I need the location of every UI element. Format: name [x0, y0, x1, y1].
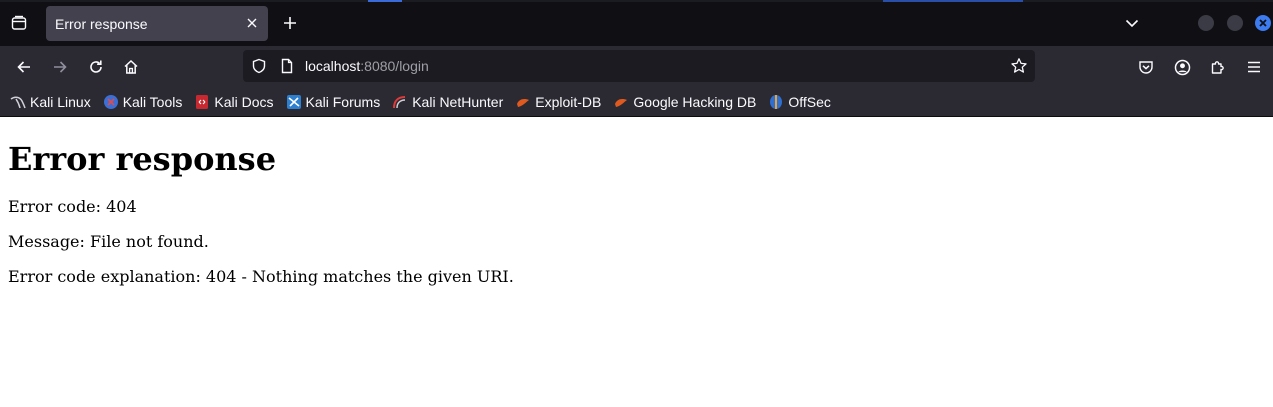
kali-forums-icon	[286, 94, 302, 110]
new-tab-button[interactable]	[279, 12, 301, 34]
bookmark-label: Kali Forums	[305, 94, 381, 110]
page-info-icon[interactable]	[279, 58, 295, 74]
bookmark-kali-linux[interactable]: Kali Linux	[10, 90, 95, 114]
tabstrip-top-edge	[0, 0, 1273, 2]
navigation-toolbar: localhost:8080/login	[0, 46, 1273, 88]
bookmark-label: Google Hacking DB	[633, 94, 757, 110]
arrow-left-icon	[17, 61, 30, 73]
bookmark-kali-nethunter[interactable]: Kali NetHunter	[392, 90, 507, 114]
bookmark-google-hacking-db[interactable]: Google Hacking DB	[613, 90, 760, 114]
account-button[interactable]	[1170, 55, 1194, 79]
window-maximize-button[interactable]	[1227, 15, 1243, 31]
tab-active[interactable]: Error response	[46, 6, 268, 41]
reload-button[interactable]	[84, 55, 108, 79]
bookmark-kali-docs[interactable]: Kali Docs	[194, 90, 277, 114]
kali-nethunter-icon	[392, 94, 408, 110]
plus-icon	[284, 17, 296, 29]
bookmark-label: Exploit-DB	[535, 94, 602, 110]
page-content: Error response Error code: 404 Message: …	[0, 118, 1273, 407]
bookmark-label: Kali Docs	[214, 94, 274, 110]
pocket-icon	[1139, 61, 1153, 74]
address-bar[interactable]: localhost:8080/login	[243, 50, 1035, 82]
home-icon	[124, 59, 138, 74]
extensions-button[interactable]	[1206, 55, 1230, 79]
bookmark-label: Kali Tools	[122, 94, 183, 110]
firefox-view-button[interactable]	[8, 12, 30, 34]
puzzle-piece-icon	[1211, 61, 1224, 74]
chevron-down-icon	[1125, 19, 1139, 28]
list-all-tabs-button[interactable]	[1121, 12, 1143, 34]
kali-tools-icon	[103, 94, 119, 110]
forward-button[interactable]	[48, 55, 72, 79]
close-icon	[1259, 19, 1267, 27]
kali-dragon-icon	[10, 94, 26, 110]
window-close-button[interactable]	[1255, 15, 1271, 31]
kali-docs-icon	[194, 94, 210, 110]
tabstrip-accent	[368, 0, 402, 2]
url-path: :8080/login	[360, 58, 429, 74]
url-text[interactable]: localhost:8080/login	[305, 58, 429, 74]
tabstrip-accent	[883, 0, 1023, 2]
firefox-view-icon	[11, 15, 27, 30]
error-message-line: Message: File not found.	[8, 232, 209, 251]
url-host: localhost	[305, 58, 361, 74]
account-icon	[1174, 59, 1190, 75]
hamburger-menu-icon	[1248, 61, 1260, 73]
bookmark-label: OffSec	[788, 94, 831, 110]
save-to-pocket-button[interactable]	[1134, 55, 1158, 79]
arrow-right-icon	[54, 61, 67, 73]
window-minimize-button[interactable]	[1198, 15, 1214, 31]
reload-icon	[90, 60, 102, 73]
bookmark-star-icon[interactable]	[1010, 57, 1028, 75]
page-title: Error response	[8, 140, 277, 178]
bookmarks-toolbar: Kali Linux Kali Tools Kali Docs Kali For…	[0, 88, 1273, 117]
home-button[interactable]	[119, 55, 143, 79]
back-button[interactable]	[12, 55, 36, 79]
bookmark-label: Kali Linux	[30, 94, 91, 110]
tab-strip: Error response	[0, 0, 1273, 46]
offsec-icon	[768, 94, 784, 110]
shield-icon[interactable]	[251, 58, 267, 74]
error-code-line: Error code: 404	[8, 197, 137, 216]
app-menu-button[interactable]	[1242, 55, 1266, 79]
bookmark-label: Kali NetHunter	[412, 94, 504, 110]
bookmark-kali-forums[interactable]: Kali Forums	[286, 90, 385, 114]
close-icon	[247, 18, 257, 28]
ghdb-icon	[613, 94, 629, 110]
error-explanation-line: Error code explanation: 404 - Nothing ma…	[8, 267, 514, 286]
bookmark-kali-tools[interactable]: Kali Tools	[103, 90, 187, 114]
bookmark-offsec[interactable]: OffSec	[768, 90, 835, 114]
tab-title: Error response	[55, 15, 148, 32]
exploit-db-icon	[515, 94, 531, 110]
bookmark-exploit-db[interactable]: Exploit-DB	[515, 90, 605, 114]
tab-close-button[interactable]	[244, 15, 260, 31]
